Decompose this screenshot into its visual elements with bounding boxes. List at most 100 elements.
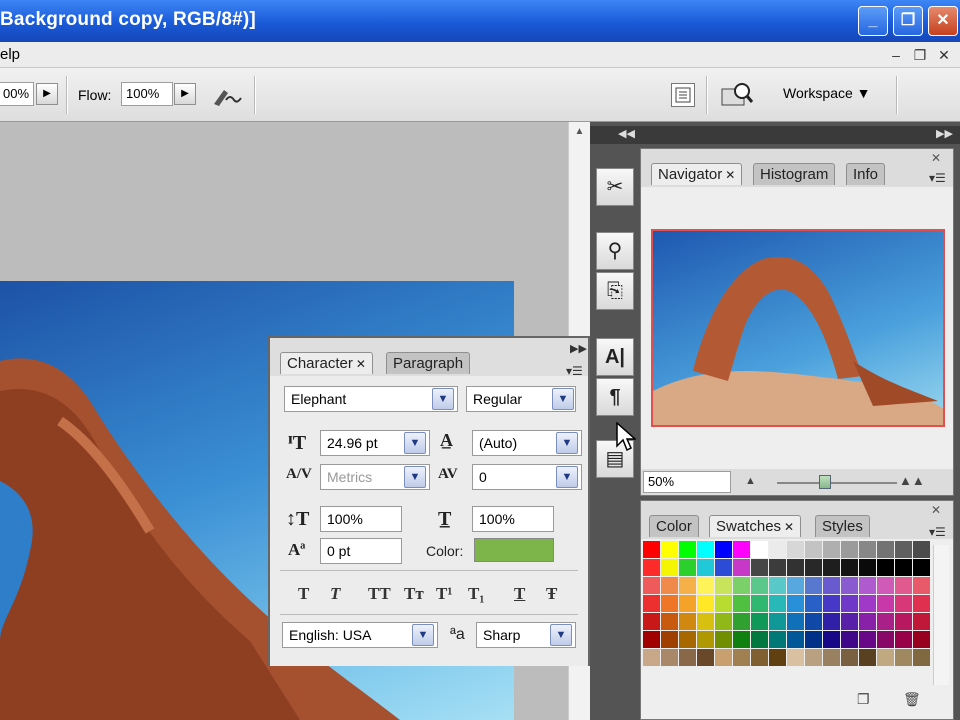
- panel-close-icon[interactable]: ✕: [931, 151, 941, 165]
- color-swatch[interactable]: [895, 595, 913, 613]
- color-swatch[interactable]: [805, 613, 823, 631]
- color-swatch[interactable]: [661, 577, 679, 595]
- color-swatch[interactable]: [733, 577, 751, 595]
- go-to-bridge-icon[interactable]: [720, 81, 754, 109]
- color-swatch[interactable]: [895, 649, 913, 667]
- chevron-down-icon[interactable]: ▼: [552, 388, 574, 410]
- color-swatch[interactable]: [859, 541, 877, 559]
- color-swatch[interactable]: [823, 649, 841, 667]
- strikethrough-button[interactable]: Ŧ: [546, 584, 557, 604]
- color-swatch[interactable]: [805, 541, 823, 559]
- color-swatch[interactable]: [787, 577, 805, 595]
- color-swatch[interactable]: [679, 541, 697, 559]
- color-swatch[interactable]: [751, 541, 769, 559]
- color-swatch[interactable]: [643, 631, 661, 649]
- close-icon[interactable]: ✕: [784, 520, 794, 534]
- color-swatch[interactable]: [643, 613, 661, 631]
- color-swatch[interactable]: [733, 541, 751, 559]
- color-swatch[interactable]: [841, 541, 859, 559]
- palette-well-icon[interactable]: [671, 83, 695, 107]
- color-swatch[interactable]: [697, 577, 715, 595]
- tab-styles[interactable]: Styles: [815, 515, 870, 537]
- paragraph-icon[interactable]: ¶: [596, 378, 634, 416]
- color-swatch[interactable]: [643, 649, 661, 667]
- color-swatch[interactable]: [859, 577, 877, 595]
- close-icon[interactable]: ✕: [725, 168, 735, 182]
- color-swatch[interactable]: [805, 559, 823, 577]
- panel-close-icon[interactable]: ✕: [931, 503, 941, 517]
- color-swatch[interactable]: [697, 595, 715, 613]
- vertical-scale-input[interactable]: 100%: [320, 506, 402, 532]
- color-swatch[interactable]: [877, 649, 895, 667]
- color-swatch[interactable]: [895, 631, 913, 649]
- color-swatch[interactable]: [715, 595, 733, 613]
- color-swatch[interactable]: [805, 631, 823, 649]
- color-swatch[interactable]: [733, 613, 751, 631]
- color-swatch[interactable]: [823, 631, 841, 649]
- color-swatch[interactable]: [769, 631, 787, 649]
- color-swatch[interactable]: [679, 595, 697, 613]
- expand-panel-icon[interactable]: ▶▶: [570, 342, 587, 355]
- color-swatch[interactable]: [841, 577, 859, 595]
- color-swatch[interactable]: [661, 613, 679, 631]
- color-swatch[interactable]: [805, 595, 823, 613]
- close-icon[interactable]: ✕: [356, 357, 366, 371]
- brushes-icon[interactable]: ⚲: [596, 232, 634, 270]
- color-swatch[interactable]: [715, 613, 733, 631]
- close-icon[interactable]: ✕: [928, 6, 958, 36]
- color-swatch[interactable]: [661, 631, 679, 649]
- color-swatch[interactable]: [913, 595, 931, 613]
- tab-paragraph[interactable]: Paragraph: [386, 352, 471, 374]
- menu-help[interactable]: elp: [0, 46, 20, 63]
- chevron-down-icon[interactable]: ▼: [432, 388, 454, 410]
- color-swatch[interactable]: [913, 613, 931, 631]
- panel-menu-icon[interactable]: ▾☰: [929, 171, 946, 185]
- all-caps-button[interactable]: TT: [368, 584, 391, 604]
- color-swatch[interactable]: [787, 541, 805, 559]
- color-swatch[interactable]: [697, 559, 715, 577]
- underline-button[interactable]: T: [514, 584, 525, 604]
- color-swatch[interactable]: [823, 595, 841, 613]
- zoom-slider-thumb[interactable]: [819, 475, 831, 489]
- color-swatch[interactable]: [841, 613, 859, 631]
- doc-minimize-icon[interactable]: –: [886, 45, 906, 65]
- color-swatch[interactable]: [913, 649, 931, 667]
- color-swatch[interactable]: [859, 595, 877, 613]
- color-swatch[interactable]: [769, 541, 787, 559]
- color-swatch[interactable]: [697, 541, 715, 559]
- navigator-preview[interactable]: [651, 229, 945, 427]
- faux-italic-button[interactable]: T: [330, 584, 340, 604]
- color-swatch[interactable]: [769, 613, 787, 631]
- character-icon[interactable]: A|: [596, 338, 634, 376]
- workspace-menu[interactable]: Workspace ▼: [783, 85, 871, 101]
- color-swatch[interactable]: [859, 613, 877, 631]
- color-swatch[interactable]: [913, 559, 931, 577]
- color-swatch[interactable]: [733, 649, 751, 667]
- color-swatch[interactable]: [715, 631, 733, 649]
- color-swatch[interactable]: [679, 559, 697, 577]
- color-swatch[interactable]: [679, 613, 697, 631]
- color-swatch[interactable]: [769, 577, 787, 595]
- trash-icon[interactable]: 🗑: [903, 691, 921, 708]
- chevron-down-icon[interactable]: ▼: [404, 432, 426, 454]
- color-swatch[interactable]: [769, 595, 787, 613]
- color-swatch[interactable]: [841, 631, 859, 649]
- airbrush-icon[interactable]: [210, 80, 244, 110]
- color-swatch[interactable]: [877, 613, 895, 631]
- new-swatch-icon[interactable]: ❐: [857, 691, 870, 708]
- small-caps-button[interactable]: Tт: [404, 584, 424, 604]
- color-swatch[interactable]: [643, 559, 661, 577]
- flow-arrow-icon[interactable]: ▶: [174, 83, 196, 105]
- tab-color[interactable]: Color: [649, 515, 699, 537]
- color-swatch[interactable]: [877, 595, 895, 613]
- flow-input[interactable]: 100%: [121, 82, 173, 106]
- color-swatch[interactable]: [697, 649, 715, 667]
- horizontal-scale-input[interactable]: 100%: [472, 506, 554, 532]
- color-swatch[interactable]: [859, 559, 877, 577]
- color-swatch[interactable]: [787, 649, 805, 667]
- color-swatch[interactable]: [715, 577, 733, 595]
- color-swatch[interactable]: [643, 595, 661, 613]
- color-swatch[interactable]: [733, 595, 751, 613]
- scroll-up-icon[interactable]: ▲: [572, 126, 587, 142]
- color-swatch[interactable]: [769, 559, 787, 577]
